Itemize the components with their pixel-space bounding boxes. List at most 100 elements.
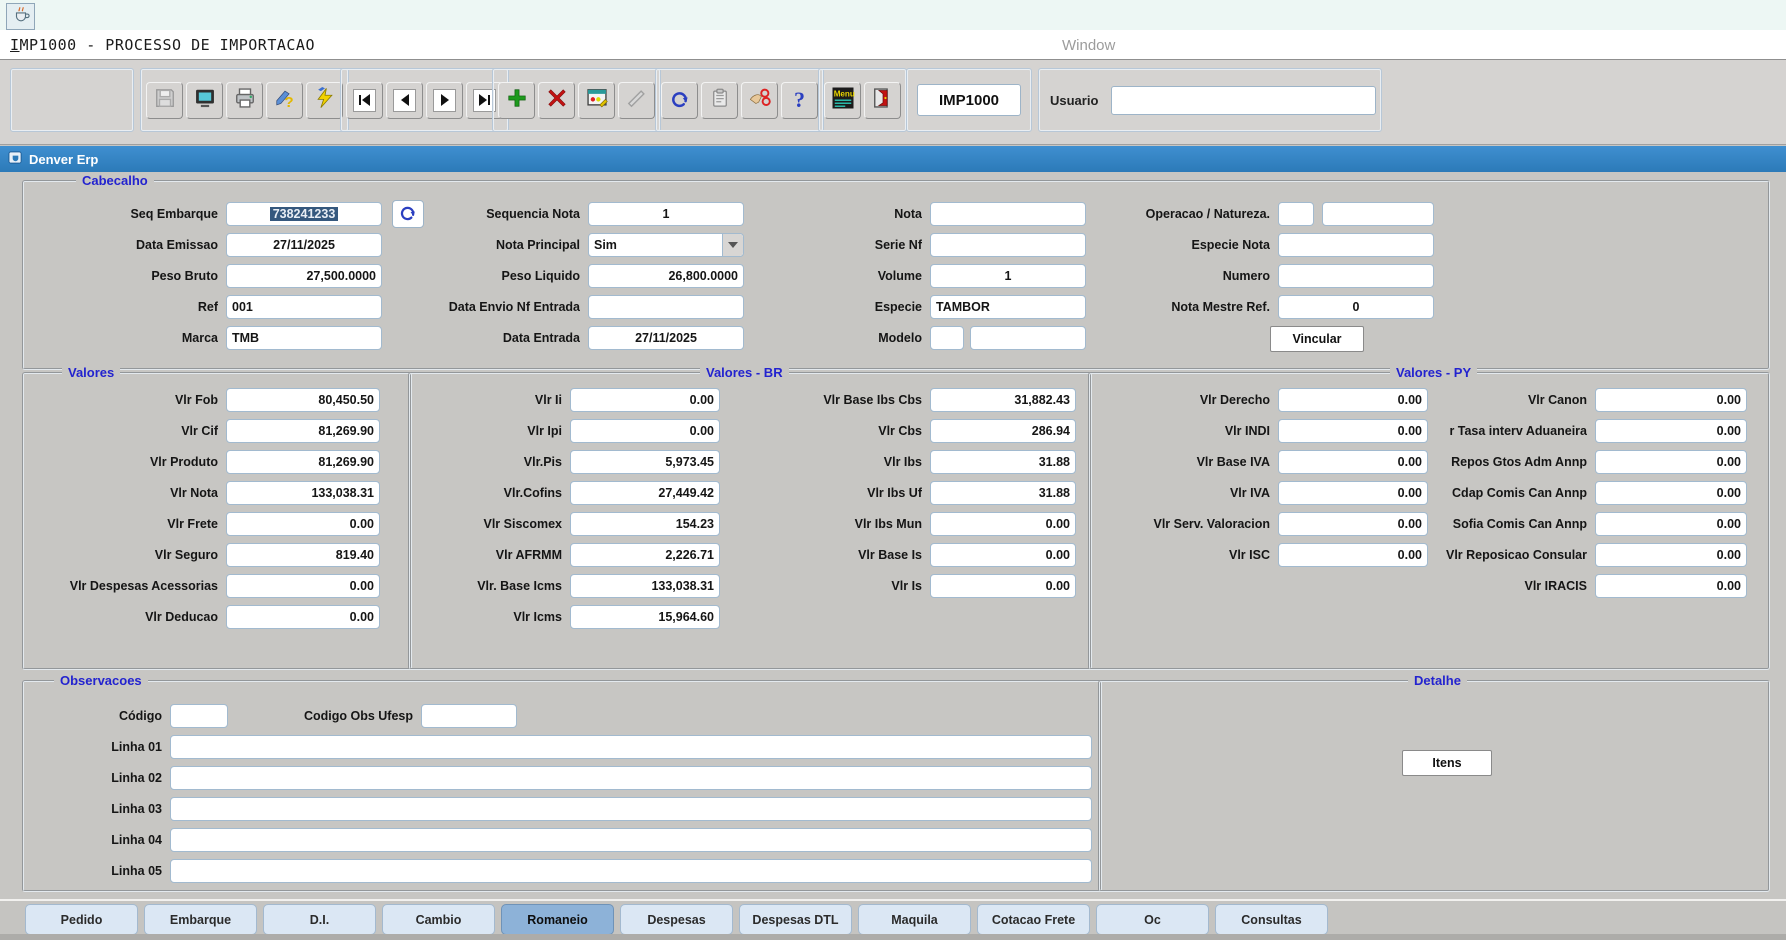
data-emissao-input[interactable]: 27/11/2025 <box>226 233 382 257</box>
vlr-ibs-uf-input[interactable]: 31.88 <box>930 481 1076 505</box>
linha-02-input[interactable] <box>170 766 1092 790</box>
tab-despesas-dtl[interactable]: Despesas DTL <box>739 904 852 935</box>
vlr-ii-input[interactable]: 0.00 <box>570 388 720 412</box>
modelo-input-1[interactable] <box>930 326 964 350</box>
vlr-deducao-input[interactable]: 0.00 <box>226 605 380 629</box>
vlr-tasa-interv-aduaneira-input[interactable]: 0.00 <box>1595 419 1747 443</box>
nota-input[interactable] <box>930 202 1086 226</box>
volume-input[interactable]: 1 <box>930 264 1086 288</box>
print-button[interactable] <box>226 82 263 119</box>
vlr-nota-input[interactable]: 133,038.31 <box>226 481 380 505</box>
chevron-down-icon[interactable] <box>722 234 743 256</box>
tab-despesas[interactable]: Despesas <box>620 904 733 935</box>
vlr-ibs-mun-input[interactable]: 0.00 <box>930 512 1076 536</box>
marca-input[interactable]: TMB <box>226 326 382 350</box>
especie-nota-input[interactable] <box>1278 233 1434 257</box>
tab-consultas[interactable]: Consultas <box>1215 904 1328 935</box>
vlr-canon-input[interactable]: 0.00 <box>1595 388 1747 412</box>
itens-button[interactable]: Itens <box>1402 750 1492 776</box>
linha-05-input[interactable] <box>170 859 1092 883</box>
next-record-button[interactable] <box>426 82 463 119</box>
peso-liquido-input[interactable]: 26,800.0000 <box>588 264 744 288</box>
tab-pedido[interactable]: Pedido <box>25 904 138 935</box>
vlr-base-icms-input[interactable]: 133,038.31 <box>570 574 720 598</box>
tab-cotacao-frete[interactable]: Cotacao Frete <box>977 904 1090 935</box>
ref-input[interactable]: 001 <box>226 295 382 319</box>
vlr-siscomex-input[interactable]: 154.23 <box>570 512 720 536</box>
tab-maquila[interactable]: Maquila <box>858 904 971 935</box>
vlr-frete-input[interactable]: 0.00 <box>226 512 380 536</box>
help-button[interactable]: ? <box>781 82 818 119</box>
vlr-isc-input[interactable]: 0.00 <box>1278 543 1428 567</box>
save-button[interactable] <box>146 82 183 119</box>
window-menu-item[interactable]: Window <box>1062 37 1115 54</box>
operacao-natureza-input-2[interactable] <box>1322 202 1434 226</box>
lightning-button[interactable] <box>306 82 343 119</box>
java-frame-button[interactable] <box>6 3 35 30</box>
wand-button[interactable] <box>618 82 655 119</box>
vlr-iracis-input[interactable]: 0.00 <box>1595 574 1747 598</box>
nota-principal-select[interactable]: Sim <box>588 233 744 257</box>
screen-button[interactable] <box>186 82 223 119</box>
vlr-pis-input[interactable]: 5,973.45 <box>570 450 720 474</box>
codigo-obs-ufesp-input[interactable] <box>421 704 517 728</box>
delete-record-button[interactable] <box>538 82 575 119</box>
exit-button[interactable] <box>864 82 901 119</box>
previous-record-button[interactable] <box>386 82 423 119</box>
data-entrada-input[interactable]: 27/11/2025 <box>588 326 744 350</box>
vlr-fob-input[interactable]: 80,450.50 <box>226 388 380 412</box>
vlr-indi-input[interactable]: 0.00 <box>1278 419 1428 443</box>
data-envio-nf-entrada-input[interactable] <box>588 295 744 319</box>
serie-nf-input[interactable] <box>930 233 1086 257</box>
tab-di[interactable]: D.I. <box>263 904 376 935</box>
query-button[interactable] <box>578 82 615 119</box>
vlr-ibs-input[interactable]: 31.88 <box>930 450 1076 474</box>
sequencia-nota-input[interactable]: 1 <box>588 202 744 226</box>
vlr-iva-input[interactable]: 0.00 <box>1278 481 1428 505</box>
vlr-derecho-input[interactable]: 0.00 <box>1278 388 1428 412</box>
vlr-reposicao-consular-input[interactable]: 0.00 <box>1595 543 1747 567</box>
vlr-base-is-input[interactable]: 0.00 <box>930 543 1076 567</box>
vlr-cbs-input[interactable]: 286.94 <box>930 419 1076 443</box>
numero-input[interactable] <box>1278 264 1434 288</box>
undo-button[interactable] <box>661 82 698 119</box>
modelo-input-2[interactable] <box>970 326 1086 350</box>
vlr-despesas-acessorias-input[interactable]: 0.00 <box>226 574 380 598</box>
especie-input[interactable]: TAMBOR <box>930 295 1086 319</box>
linha-03-input[interactable] <box>170 797 1092 821</box>
vlr-cif-input[interactable]: 81,269.90 <box>226 419 380 443</box>
vlr-icms-input[interactable]: 15,964.60 <box>570 605 720 629</box>
nota-mestre-ref-input[interactable]: 0 <box>1278 295 1434 319</box>
vlr-base-iva-input[interactable]: 0.00 <box>1278 450 1428 474</box>
vlr-cofins-input[interactable]: 27,449.42 <box>570 481 720 505</box>
usuario-input[interactable] <box>1111 86 1376 115</box>
tab-cambio[interactable]: Cambio <box>382 904 495 935</box>
vlr-afrmm-input[interactable]: 2,226.71 <box>570 543 720 567</box>
insert-record-button[interactable] <box>498 82 535 119</box>
vlr-produto-input[interactable]: 81,269.90 <box>226 450 380 474</box>
vincular-button[interactable]: Vincular <box>1270 326 1364 352</box>
linha-01-input[interactable] <box>170 735 1092 759</box>
peso-bruto-input[interactable]: 27,500.0000 <box>226 264 382 288</box>
cdap-comis-can-annp-input[interactable]: 0.00 <box>1595 481 1747 505</box>
operacao-natureza-input-1[interactable] <box>1278 202 1314 226</box>
first-record-button[interactable] <box>346 82 383 119</box>
edit-question-button[interactable]: ? <box>266 82 303 119</box>
repos-gtos-adm-annp-input[interactable]: 0.00 <box>1595 450 1747 474</box>
vlr-serv-valoracion-input[interactable]: 0.00 <box>1278 512 1428 536</box>
vlr-is-input[interactable]: 0.00 <box>930 574 1076 598</box>
seq-embarque-input[interactable]: 738241233 <box>226 202 382 226</box>
paste-button[interactable] <box>701 82 738 119</box>
data-envio-nf-entrada-label: Data Envio Nf Entrada <box>420 300 580 314</box>
codigo-input[interactable] <box>170 704 228 728</box>
vlr-base-ibs-cbs-input[interactable]: 31,882.43 <box>930 388 1076 412</box>
sofia-comis-can-annp-input[interactable]: 0.00 <box>1595 512 1747 536</box>
vlr-ipi-input[interactable]: 0.00 <box>570 419 720 443</box>
tab-embarque[interactable]: Embarque <box>144 904 257 935</box>
linha-04-input[interactable] <box>170 828 1092 852</box>
tab-romaneio[interactable]: Romaneio <box>501 904 614 935</box>
tab-oc[interactable]: Oc <box>1096 904 1209 935</box>
keys-button[interactable] <box>741 82 778 119</box>
vlr-seguro-input[interactable]: 819.40 <box>226 543 380 567</box>
menu-button[interactable]: Menu <box>824 82 861 119</box>
